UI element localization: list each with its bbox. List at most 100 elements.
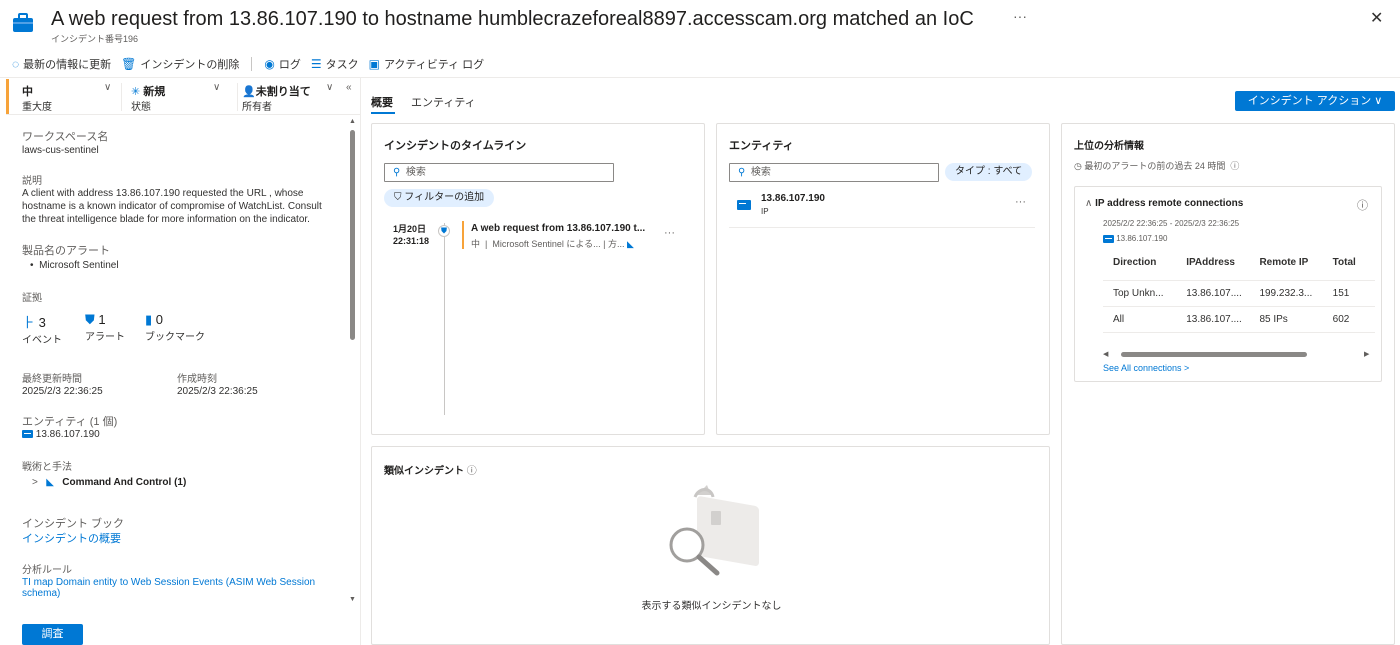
insights-subtitle: ◷ 最初のアラートの前の過去 24 時間 ⓘ xyxy=(1074,161,1240,171)
last-updated-value: 2025/2/3 22:36:25 xyxy=(22,386,103,397)
incident-header: A web request from 13.86.107.190 to host… xyxy=(0,0,1400,50)
description-line: the threat intelligence blade for more i… xyxy=(22,214,310,225)
owner-dropdown[interactable]: 👤未割り当て 所有者 ∨ « xyxy=(242,79,357,115)
tactic-icon: ◣ xyxy=(46,477,54,488)
scrollbar-thumb[interactable] xyxy=(350,130,355,340)
severity-dropdown[interactable]: 中 重大度 ∨ xyxy=(16,79,121,115)
tasks-icon: ☰ xyxy=(310,57,322,71)
table-header-row: Direction IPAddress Remote IP Total xyxy=(1103,246,1375,281)
column-header[interactable]: Remote IP xyxy=(1249,246,1323,281)
entities-search-input[interactable]: ⚲ 検索 xyxy=(729,163,939,182)
chevron-down-icon: ∨ xyxy=(326,82,334,93)
workbook-link[interactable]: インシデントの概要 xyxy=(22,530,121,546)
entities-card-title: エンティティ xyxy=(729,140,794,152)
tactic-icon: ◣ xyxy=(627,239,634,249)
description-label: 説明 xyxy=(22,176,42,187)
entity-type: IP xyxy=(761,207,769,216)
table-row[interactable]: Top Unkn... 13.86.107.... 199.232.3... 1… xyxy=(1103,280,1375,307)
trash-icon: 🗑 xyxy=(121,57,137,71)
empty-state-illustration-icon xyxy=(669,485,759,576)
scroll-down-icon[interactable]: ▼ xyxy=(349,596,356,603)
table-horizontal-scrollbar[interactable]: ◀ ▶ xyxy=(1103,350,1373,358)
scroll-right-icon[interactable]: ▶ xyxy=(1364,350,1369,358)
briefcase-icon xyxy=(13,13,33,32)
no-similar-incidents-text: 表示する類似インシデントなし xyxy=(641,601,782,612)
details-scroll-area[interactable]: ワークスペース名 laws-cus-sentinel 説明 A client w… xyxy=(0,118,361,618)
product-label: 製品名のアラート xyxy=(22,245,110,257)
evidence-events[interactable]: ⺊ 3 イベント xyxy=(22,312,62,346)
workspace-label: ワークスペース名 xyxy=(22,131,109,143)
workspace-value: laws-cus-sentinel xyxy=(22,145,99,156)
table-row[interactable]: All 13.86.107.... 85 IPs 602 xyxy=(1103,306,1375,333)
timeline-search-input[interactable]: ⚲ 検索 xyxy=(384,163,614,182)
entity-row[interactable]: 13.86.107.190 IP ··· xyxy=(729,188,1035,228)
column-header[interactable]: Total xyxy=(1322,246,1375,281)
info-icon[interactable]: ⓘ xyxy=(1357,197,1368,213)
tasks-button[interactable]: ☰ タスク xyxy=(311,56,359,72)
workbook-label: インシデント ブック xyxy=(22,518,125,530)
add-filter-button[interactable]: ⛉ フィルターの追加 xyxy=(384,189,495,207)
logs-button[interactable]: ◉ ログ xyxy=(264,56,300,72)
ip-connections-insight: ∧ IP address remote connections ⓘ 2025/2… xyxy=(1074,186,1382,382)
similar-incidents-title: 類似インシデント ⓘ xyxy=(384,466,477,477)
entity-ip-link[interactable]: 13.86.107.190 xyxy=(22,429,100,440)
ip-address-icon xyxy=(737,199,751,210)
timeline-card: インシデントのタイムライン ⚲ 検索 ⛉ フィルターの追加 1月20日 22:3… xyxy=(371,123,705,435)
bookmark-icon: ▮ xyxy=(145,312,153,327)
product-value: • Microsoft Sentinel xyxy=(30,260,119,271)
tactic-item[interactable]: > ◣ Command And Control (1) xyxy=(32,477,186,488)
column-header[interactable]: IPAddress xyxy=(1176,246,1250,281)
rule-label: 分析ルール xyxy=(22,565,72,576)
timeline-alert-item[interactable]: A web request from 13.86.107.190 t... 中 … xyxy=(462,221,692,251)
entity-more-button[interactable]: ··· xyxy=(1015,196,1026,208)
chevron-down-icon: ∨ xyxy=(104,82,112,93)
filter-icon: ⛉ xyxy=(394,192,402,203)
type-filter-button[interactable]: タイプ : すべて xyxy=(945,163,1033,181)
severity-bar xyxy=(462,221,464,249)
timeline-title: インシデントのタイムライン xyxy=(384,140,527,152)
close-button[interactable]: ✕ xyxy=(1370,8,1383,28)
scroll-left-icon[interactable]: ◀ xyxy=(1103,350,1108,358)
user-icon: 👤 xyxy=(242,86,256,98)
pulse-icon: ⺊ xyxy=(22,315,36,330)
active-tab-indicator xyxy=(371,112,395,114)
info-icon[interactable]: ⓘ xyxy=(1230,161,1239,171)
status-divider xyxy=(121,83,122,111)
details-scrollbar[interactable]: ▲ ▼ xyxy=(348,118,358,608)
activity-log-button[interactable]: ▣ アクティビティ ログ xyxy=(369,56,485,72)
entities-card: エンティティ ⚲ 検索 タイプ : すべて 13.86.107.190 IP ·… xyxy=(716,123,1050,435)
command-bar: ◌ 最新の情報に更新 🗑 インシデントの削除 ◉ ログ ☰ タスク ▣ アクティ… xyxy=(0,52,1400,76)
alert-shield-icon: ⛊ xyxy=(438,225,450,237)
insight-header[interactable]: ∧ IP address remote connections xyxy=(1085,198,1243,209)
logs-icon: ◉ xyxy=(264,57,275,71)
ip-address-icon xyxy=(22,430,33,439)
scrollbar-thumb[interactable] xyxy=(1121,352,1307,357)
tab-overview[interactable]: 概要 xyxy=(371,94,393,110)
info-icon[interactable]: ⓘ xyxy=(467,466,477,477)
refresh-button[interactable]: ◌ 最新の情報に更新 xyxy=(12,56,111,72)
status-dropdown[interactable]: ✳ 新規 状態 ∨ xyxy=(127,79,237,115)
top-insights-title: 上位の分析情報 xyxy=(1074,141,1144,152)
timeline-item-more-button[interactable]: ··· xyxy=(664,227,675,239)
last-updated-label: 最終更新時間 xyxy=(22,374,82,385)
more-options-button[interactable]: ··· xyxy=(1013,8,1027,24)
evidence-alerts[interactable]: ⛊ 1 アラート xyxy=(85,312,125,343)
connections-table: Direction IPAddress Remote IP Total Top … xyxy=(1103,246,1375,333)
investigate-button[interactable]: 調査 xyxy=(22,624,83,645)
tab-entities[interactable]: エンティティ xyxy=(411,94,476,110)
status-bar: 中 重大度 ∨ ✳ 新規 状態 ∨ 👤未割り当て 所有者 ∨ « xyxy=(6,79,361,115)
collapse-pane-icon[interactable]: « xyxy=(346,82,352,93)
timeline-axis xyxy=(444,223,445,415)
toolbar-divider xyxy=(251,57,253,71)
column-header[interactable]: Direction xyxy=(1103,246,1177,281)
evidence-bookmarks[interactable]: ▮ 0 ブックマーク xyxy=(145,312,205,343)
search-icon: ⚲ xyxy=(738,167,746,178)
see-all-connections-link[interactable]: See All connections > xyxy=(1103,363,1189,373)
created-value: 2025/2/3 22:36:25 xyxy=(177,386,258,397)
rule-link[interactable]: TI map Domain entity to Web Session Even… xyxy=(22,577,315,599)
shield-icon: ⛊ xyxy=(85,312,95,327)
delete-incident-button[interactable]: 🗑 インシデントの削除 xyxy=(121,56,239,72)
scroll-up-icon[interactable]: ▲ xyxy=(349,118,356,125)
insight-ip: 13.86.107.190 xyxy=(1103,234,1167,243)
incident-action-button[interactable]: インシデント アクション ∨ xyxy=(1235,91,1395,111)
